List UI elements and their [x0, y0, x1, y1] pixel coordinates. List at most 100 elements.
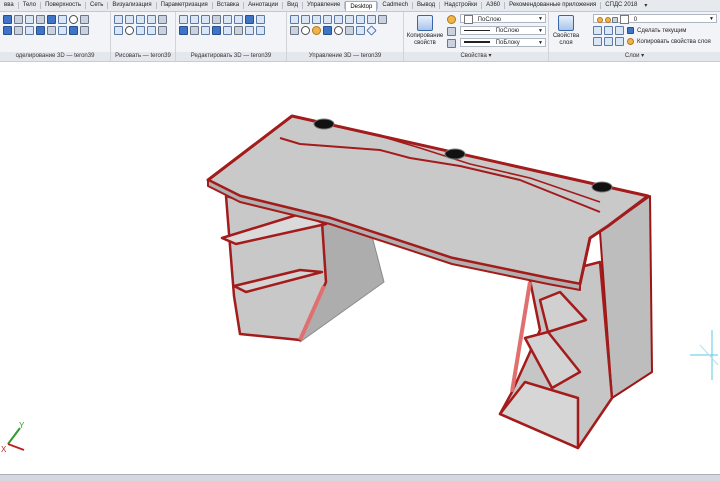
ribbon-tab[interactable]: Параметризация — [157, 0, 212, 11]
lineweight-combo[interactable]: ПоБлоку ▼ — [460, 38, 546, 47]
clean-icon[interactable] — [234, 26, 243, 35]
layer-lock-icon[interactable] — [593, 37, 602, 46]
panel-title-layers[interactable]: Слои ▾ — [549, 52, 720, 61]
panel-title-modeling[interactable]: оделирование 3D — teron39 — [0, 52, 110, 61]
view-detail-icon[interactable] — [356, 15, 365, 24]
layer-unlock-icon[interactable] — [604, 37, 613, 46]
ribbon-tab[interactable]: A360 — [482, 0, 504, 11]
array-3d-icon[interactable] — [223, 15, 232, 24]
offset-faces-icon[interactable] — [190, 26, 199, 35]
panel-title-manage3d[interactable]: Управление 3D — teron39 — [287, 52, 403, 61]
polyline-icon[interactable] — [125, 15, 134, 24]
drawing-viewport[interactable]: Y X — [0, 62, 720, 474]
layer-off-icon[interactable] — [593, 26, 602, 35]
separate-icon[interactable] — [223, 26, 232, 35]
view-section-icon[interactable] — [345, 15, 354, 24]
view-base-icon[interactable] — [323, 15, 332, 24]
subtract-icon[interactable] — [14, 26, 23, 35]
lineweight-icon[interactable] — [447, 39, 456, 48]
imprint-icon[interactable] — [212, 26, 221, 35]
align-3d-icon[interactable] — [201, 15, 210, 24]
scale-3d-icon[interactable] — [234, 15, 243, 24]
section-plane-icon[interactable] — [301, 15, 310, 24]
panel-title-draw[interactable]: Рисовать — teron39 — [111, 52, 175, 61]
match-layer-button[interactable]: Копировать свойства слоя — [627, 37, 711, 46]
copy-properties-button[interactable]: Копирование свойств — [406, 15, 444, 47]
visual-style-icon[interactable] — [290, 26, 299, 35]
make-current-button[interactable]: Сделать текущим — [627, 26, 686, 35]
sun-icon[interactable] — [334, 26, 343, 35]
ribbon-tab[interactable]: Тело — [19, 0, 40, 11]
erase-icon[interactable] — [256, 26, 265, 35]
tab-overflow-dropdown-icon[interactable]: ▾ — [641, 2, 650, 9]
hatch-icon[interactable] — [158, 15, 167, 24]
loft-icon[interactable] — [58, 15, 67, 24]
ribbon-tab[interactable]: Поверхность — [41, 0, 85, 11]
ribbon-tab[interactable]: Вид — [283, 0, 302, 11]
sphere-icon[interactable] — [69, 15, 78, 24]
slice-icon[interactable] — [47, 26, 56, 35]
layer-walk-icon[interactable] — [615, 37, 624, 46]
line-icon[interactable] — [114, 15, 123, 24]
polygon-icon[interactable] — [147, 26, 156, 35]
taper-faces-icon[interactable] — [201, 26, 210, 35]
camera-icon[interactable] — [345, 26, 354, 35]
view-projected-icon[interactable] — [334, 15, 343, 24]
walk-icon[interactable] — [356, 26, 365, 35]
gizmo-move-icon[interactable] — [245, 15, 254, 24]
ribbon-tab[interactable]: Сеть — [86, 0, 107, 11]
material-icon[interactable] — [301, 26, 310, 35]
panel-title-edit3d[interactable]: Редактировать 3D — teron39 — [176, 52, 286, 61]
ribbon-tab[interactable]: Визуализация — [108, 0, 155, 11]
flatshot-icon[interactable] — [312, 15, 321, 24]
rotate-3d-icon[interactable] — [190, 15, 199, 24]
extrude-icon[interactable] — [47, 15, 56, 24]
ribbon-tab[interactable]: Desktop — [345, 0, 378, 11]
spline-icon[interactable] — [147, 15, 156, 24]
check-icon[interactable] — [245, 26, 254, 35]
ribbon-tab[interactable]: Управление — [303, 0, 344, 11]
extrude-faces-icon[interactable] — [179, 26, 188, 35]
linetype-icon[interactable] — [447, 27, 456, 36]
layer-properties-button[interactable]: Свойства слоя — [551, 15, 581, 47]
panel-title-properties[interactable]: Свойства ▾ — [404, 52, 548, 61]
torus-icon[interactable] — [80, 15, 89, 24]
fillet-edge-icon[interactable] — [69, 26, 78, 35]
wedge-icon[interactable] — [36, 15, 45, 24]
ribbon-tab[interactable]: Вставка — [213, 0, 243, 11]
union-icon[interactable] — [3, 26, 12, 35]
ribbon-tab[interactable]: Вывод — [413, 0, 439, 11]
circle-icon[interactable] — [125, 26, 134, 35]
arc-icon[interactable] — [136, 15, 145, 24]
layer-freeze-icon[interactable] — [615, 26, 624, 35]
ribbon-tab[interactable]: Надстройки — [440, 0, 481, 11]
layer-isolate-icon[interactable] — [604, 26, 613, 35]
ribbon-tab[interactable]: СПДС 2018 — [601, 0, 641, 11]
cylinder-icon[interactable] — [25, 15, 34, 24]
ribbon-tab[interactable]: Аннотации — [244, 0, 282, 11]
copy-icon[interactable] — [256, 15, 265, 24]
presspull-icon[interactable] — [36, 26, 45, 35]
ribbon-tab[interactable]: Рекомендованные приложения — [505, 0, 600, 11]
chamfer-edge-icon[interactable] — [80, 26, 89, 35]
intersect-icon[interactable] — [25, 26, 34, 35]
rotate-icon[interactable] — [3, 15, 12, 24]
region-icon[interactable] — [158, 26, 167, 35]
mirror-3d-icon[interactable] — [212, 15, 221, 24]
color-palette-icon[interactable] — [447, 15, 456, 24]
ribbon-tab[interactable]: Cadmech — [378, 0, 412, 11]
view-edit-icon[interactable] — [378, 15, 387, 24]
rectangle-icon[interactable] — [114, 26, 123, 35]
move-3d-icon[interactable] — [179, 15, 188, 24]
layer-combo[interactable]: 0 ▼ — [593, 14, 717, 24]
desk-model[interactable] — [206, 114, 653, 450]
dimension-icon[interactable] — [290, 15, 299, 24]
view-update-icon[interactable] — [367, 15, 376, 24]
ribbon-tab[interactable]: ввa — [0, 0, 18, 11]
box-icon[interactable] — [14, 15, 23, 24]
shell-icon[interactable] — [58, 26, 67, 35]
linetype-combo[interactable]: ПоСлою ▼ — [460, 26, 546, 35]
light-icon[interactable] — [312, 26, 321, 35]
color-combo[interactable]: ПоСлою ▼ — [460, 14, 546, 24]
navigate-icon[interactable] — [366, 25, 377, 36]
